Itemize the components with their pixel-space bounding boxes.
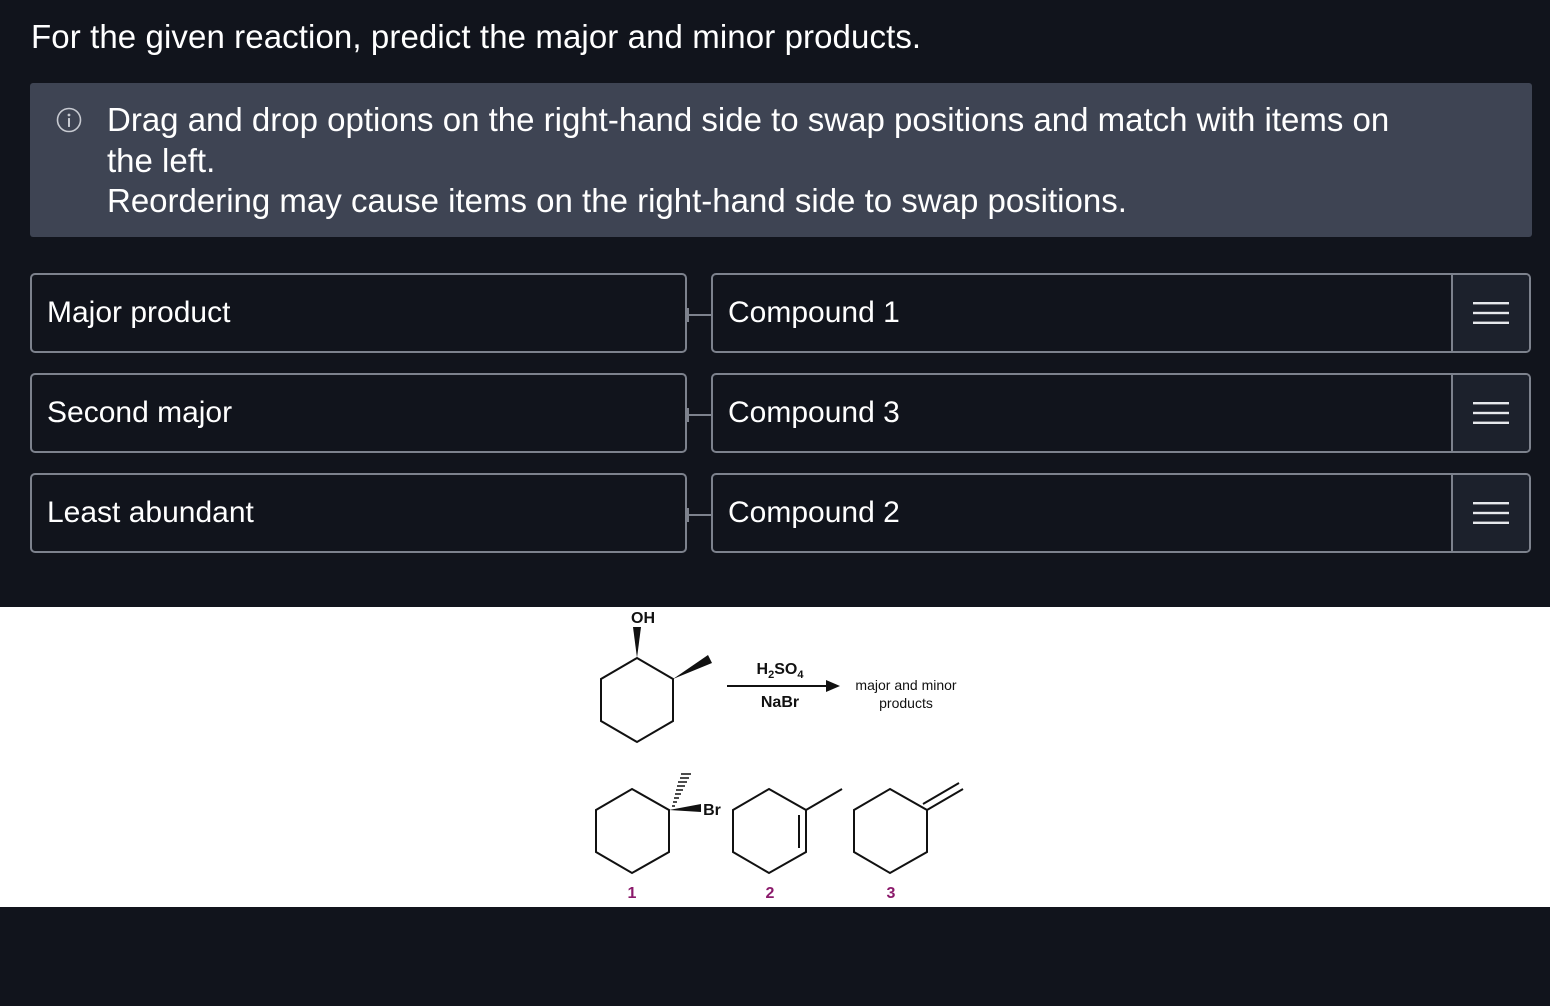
left-item-label: Second major bbox=[47, 396, 233, 429]
hashed-bond bbox=[672, 773, 691, 807]
draggable-option-compound-1[interactable]: Compound 1 bbox=[711, 273, 1531, 353]
product-2-structure bbox=[732, 787, 843, 875]
option-label: Compound 2 bbox=[728, 496, 900, 529]
products-caption-line2: products bbox=[879, 695, 933, 711]
instruction-line-3: Reordering may cause items on the right-… bbox=[107, 182, 1127, 219]
option-label: Compound 3 bbox=[728, 396, 900, 429]
match-connector bbox=[687, 508, 711, 522]
left-item-label: Major product bbox=[47, 296, 231, 329]
product-1-br-label: Br bbox=[703, 802, 721, 819]
left-item-second-major: Second major bbox=[30, 373, 687, 453]
drag-handle-icon bbox=[1473, 402, 1509, 424]
product-1-structure bbox=[595, 787, 670, 875]
drag-handle-icon bbox=[1473, 302, 1509, 324]
reagent-top: H2SO4 bbox=[757, 661, 805, 681]
left-item-major-product: Major product bbox=[30, 273, 687, 353]
drag-handle[interactable] bbox=[1451, 375, 1529, 451]
option-label: Compound 1 bbox=[728, 296, 900, 329]
compound-label-1: 1 bbox=[628, 885, 637, 902]
match-connector bbox=[687, 408, 711, 422]
compound-label-3: 3 bbox=[887, 885, 896, 902]
instruction-line-1: Drag and drop options on the right-hand … bbox=[107, 101, 1390, 138]
reactant-oh-label: OH bbox=[631, 610, 655, 627]
product-3-structure bbox=[853, 782, 964, 875]
draggable-option-compound-2[interactable]: Compound 2 bbox=[711, 473, 1531, 553]
products-caption-line1: major and minor bbox=[855, 677, 956, 693]
bottom-area bbox=[0, 907, 1550, 1006]
left-item-least-abundant: Least abundant bbox=[30, 473, 687, 553]
reactant-structure bbox=[600, 656, 674, 744]
wedge-bond-oh bbox=[633, 627, 641, 658]
drag-handle[interactable] bbox=[1451, 275, 1529, 351]
match-connector bbox=[687, 308, 711, 322]
question-text: For the given reaction, predict the majo… bbox=[31, 18, 922, 55]
drag-handle-icon bbox=[1473, 502, 1509, 524]
wedge-bond-br bbox=[669, 804, 701, 812]
info-circle-icon bbox=[56, 107, 82, 133]
draggable-option-compound-3[interactable]: Compound 3 bbox=[711, 373, 1531, 453]
reagent-bottom: NaBr bbox=[761, 694, 799, 711]
instruction-line-2: the left. bbox=[107, 142, 216, 179]
left-item-label: Least abundant bbox=[47, 496, 254, 529]
compound-label-2: 2 bbox=[766, 885, 775, 902]
arrow-head bbox=[826, 680, 840, 692]
reaction-image: OH H2SO4 NaBr major and minor products B… bbox=[0, 607, 1550, 907]
reaction-scheme: OH H2SO4 NaBr major and minor products B… bbox=[595, 610, 964, 902]
wedge-bond-methyl bbox=[673, 655, 712, 679]
drag-handle[interactable] bbox=[1451, 475, 1529, 551]
